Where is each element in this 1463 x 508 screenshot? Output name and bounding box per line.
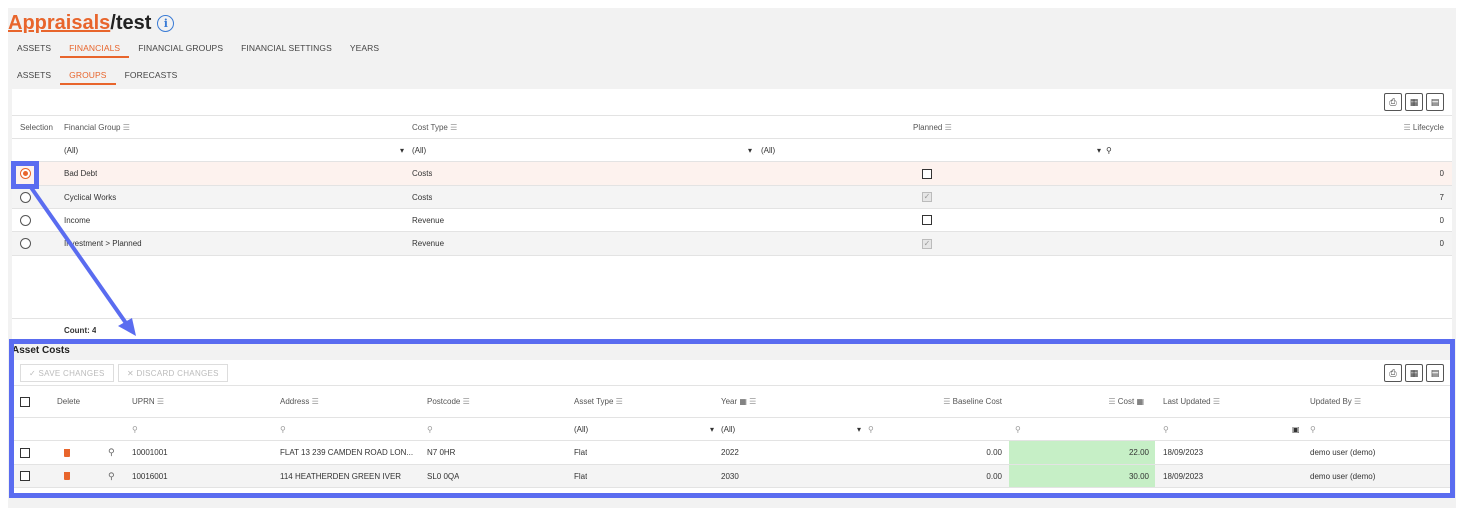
annotation-arrow	[28, 184, 136, 336]
